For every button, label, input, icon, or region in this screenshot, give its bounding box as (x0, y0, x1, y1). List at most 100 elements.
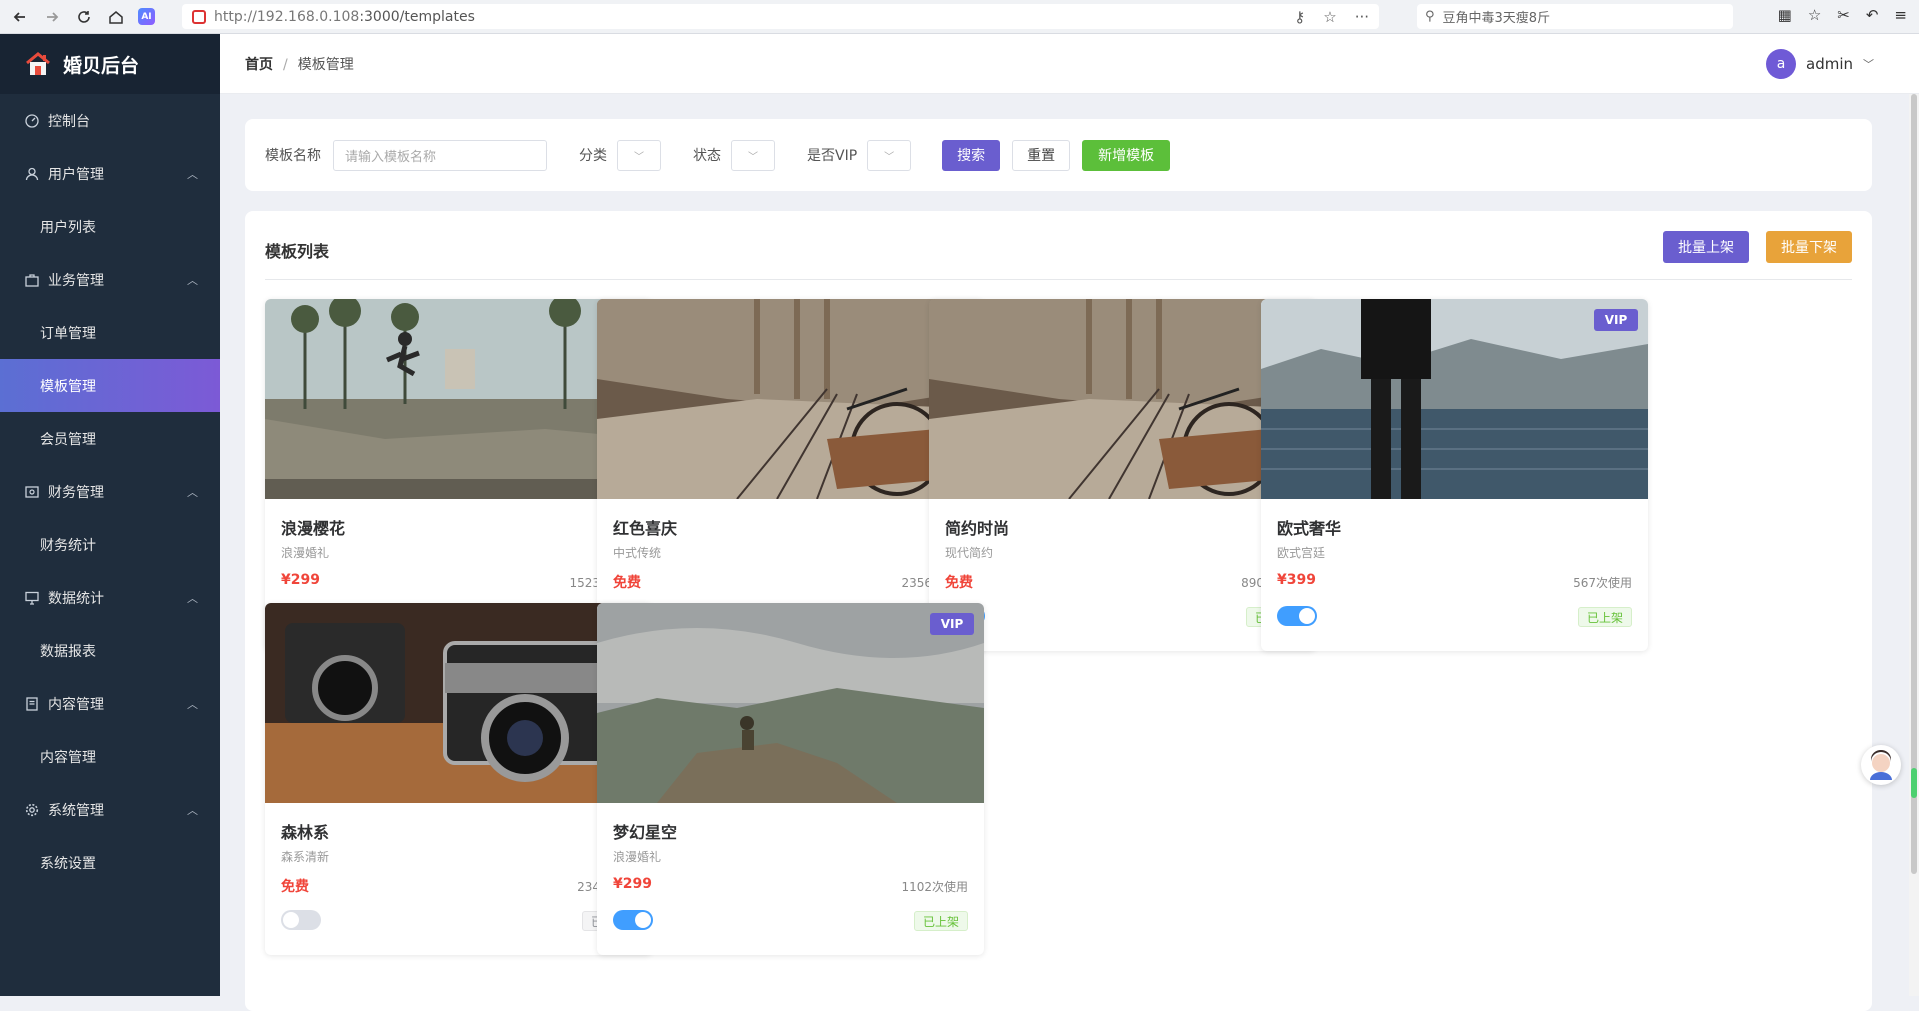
browser-search-box[interactable]: ⚲ 豆角中毒3天瘦8斤 (1417, 4, 1733, 29)
divider (265, 279, 1852, 280)
url-text: http://192.168.0.108:3000/templates (214, 9, 475, 25)
template-card[interactable]: 红色喜庆中式传统免费2356次使用已上架 (597, 299, 984, 651)
vip-select[interactable]: ﹀ (867, 139, 912, 171)
sidebar-item[interactable]: 系统管理 ︿ (0, 783, 220, 836)
back-icon[interactable] (8, 5, 32, 29)
scrollbar-thumb[interactable] (1911, 94, 1917, 874)
sidebar-item[interactable]: 数据统计 ︿ (0, 571, 220, 624)
chevron-down-icon: ﹀ (748, 151, 758, 163)
publish-toggle[interactable] (613, 910, 653, 930)
template-name: 欧式奢华 (1277, 519, 1342, 538)
address-bar[interactable]: http://192.168.0.108:3000/templates ⚷ ☆ … (182, 4, 1379, 29)
template-category: 现代简约 (945, 546, 994, 560)
user-menu[interactable]: a admin ﹀ (1766, 48, 1874, 79)
name-filter-label: 模板名称 (265, 148, 321, 164)
template-category: 浪漫婚礼 (281, 546, 330, 560)
sidebar-item-label: 模板管理 (40, 378, 96, 395)
sidebar-item-label: 用户列表 (40, 219, 96, 236)
cut-icon[interactable]: ✂ (1837, 6, 1850, 24)
scrollbar[interactable] (1909, 94, 1919, 996)
reload-icon[interactable] (72, 5, 96, 29)
sidebar-item-label: 业务管理 (48, 272, 104, 289)
assistant-avatar-icon[interactable] (1861, 745, 1901, 785)
search-icon: ⚲ (1425, 9, 1435, 24)
sidebar-item[interactable]: 业务管理 ︿ (0, 253, 220, 306)
template-category: 中式传统 (613, 546, 662, 560)
home-icon[interactable] (104, 5, 128, 29)
breadcrumb-home[interactable]: 首页 (245, 57, 273, 73)
sidebar-item[interactable]: 数据报表 (0, 624, 220, 677)
publish-toggle[interactable] (281, 910, 321, 930)
breadcrumb-current: 模板管理 (297, 56, 354, 73)
template-thumbnail[interactable] (597, 299, 984, 500)
search-button[interactable]: 搜索 (942, 139, 1001, 171)
template-name: 红色喜庆 (613, 519, 678, 538)
vip-badge: VIP (1594, 309, 1638, 331)
sidebar-item[interactable]: 内容管理 (0, 730, 220, 783)
template-thumbnail[interactable] (929, 299, 1316, 500)
forward-icon[interactable] (40, 5, 64, 29)
sidebar-item-label: 系统设置 (40, 855, 96, 872)
username[interactable]: admin (1806, 55, 1853, 73)
logo[interactable]: 婚贝后台 (0, 34, 220, 94)
publish-toggle[interactable] (1277, 606, 1317, 626)
template-thumbnail[interactable] (265, 299, 652, 499)
bulk-unpublish-button[interactable]: 批量下架 (1766, 231, 1852, 263)
template-thumbnail[interactable] (265, 603, 652, 803)
sidebar-item-label: 用户管理 (48, 166, 104, 183)
search-suggestion: 豆角中毒3天瘦8斤 (1442, 11, 1551, 26)
status-select[interactable]: ﹀ (731, 139, 775, 171)
chevron-down-icon[interactable]: ﹀ (1863, 56, 1874, 72)
sidebar-item[interactable]: 财务管理 ︿ (0, 465, 220, 518)
template-price: 免费 (945, 575, 973, 591)
sidebar: 婚贝后台 控制台 用户管理 ︿ 用户列表 业务管理 ︿ 订单管理 模板管理 会员管理 财务管理 ︿ 财… (0, 34, 220, 996)
add-template-button[interactable]: 新增模板 (1082, 139, 1171, 171)
apps-grid-icon[interactable]: ▦ (1778, 6, 1792, 24)
template-name: 简约时尚 (945, 519, 1010, 538)
sidebar-item[interactable]: 用户管理 ︿ (0, 147, 220, 200)
star-icon[interactable]: ☆ (1323, 8, 1336, 26)
template-list-panel: 模板列表 批量上架 批量下架 VIP浪漫樱花浪漫婚礼¥2991523次使用已上架… (245, 211, 1872, 1011)
sidebar-item[interactable]: 订单管理 (0, 306, 220, 359)
template-card[interactable]: VIP 欧式奢华 欧式宫廷 ¥399 567次使用 已上架 (1261, 299, 1648, 651)
reset-button[interactable]: 重置 (1012, 139, 1071, 171)
sidebar-item-label: 内容管理 (40, 749, 96, 766)
sidebar-item[interactable]: 内容管理 ︿ (0, 677, 220, 730)
header: 首页 / 模板管理 a admin ﹀ (220, 34, 1919, 94)
vip-badge: VIP (930, 613, 974, 635)
bookmarks-icon[interactable]: ☆ (1808, 6, 1821, 24)
sidebar-item[interactable]: 用户列表 (0, 200, 220, 253)
undo-icon[interactable]: ↶ (1866, 6, 1879, 24)
chevron-up-icon: ︿ (187, 273, 198, 287)
template-card[interactable]: VIP 梦幻星空 浪漫婚礼 ¥299 1102次使用 已上架 (597, 603, 984, 955)
template-card[interactable]: 森林系森系清新免费234次使用已下架 (265, 603, 652, 955)
sidebar-item[interactable]: 会员管理 (0, 412, 220, 465)
menu-icon[interactable]: ≡ (1894, 6, 1907, 24)
template-category: 欧式宫廷 (1277, 546, 1326, 560)
status-filter-label: 状态 (693, 148, 721, 164)
sidebar-item[interactable]: 系统设置 (0, 836, 220, 889)
wallet-icon (24, 484, 40, 500)
avatar[interactable]: a (1766, 48, 1796, 79)
bulk-publish-button[interactable]: 批量上架 (1663, 231, 1749, 263)
sidebar-item-label: 会员管理 (40, 431, 96, 448)
sidebar-item[interactable]: 财务统计 (0, 518, 220, 571)
template-usage-count: 1102次使用 (901, 880, 968, 894)
template-name-input[interactable]: 请输入模板名称 (333, 139, 547, 171)
category-select[interactable]: ﹀ (617, 139, 661, 171)
document-icon (24, 696, 40, 712)
sidebar-item[interactable]: 控制台 (0, 94, 220, 147)
breadcrumb: 首页 / 模板管理 (245, 56, 354, 73)
side-tab[interactable] (1911, 768, 1917, 798)
key-icon[interactable]: ⚷ (1294, 8, 1305, 26)
template-thumbnail[interactable] (1261, 299, 1648, 499)
ai-extension-icon[interactable]: AI (138, 8, 155, 25)
sidebar-item-label: 财务管理 (48, 484, 104, 501)
sidebar-item-label: 内容管理 (48, 696, 104, 713)
template-card[interactable]: 简约时尚现代简约免费890次使用已上架 (929, 299, 1316, 651)
template-thumbnail[interactable] (597, 603, 984, 803)
more-icon[interactable]: ··· (1355, 8, 1369, 26)
chevron-down-icon: ﹀ (634, 151, 644, 163)
sidebar-item[interactable]: 模板管理 (0, 359, 220, 412)
template-card[interactable]: VIP浪漫樱花浪漫婚礼¥2991523次使用已上架 (265, 299, 652, 651)
